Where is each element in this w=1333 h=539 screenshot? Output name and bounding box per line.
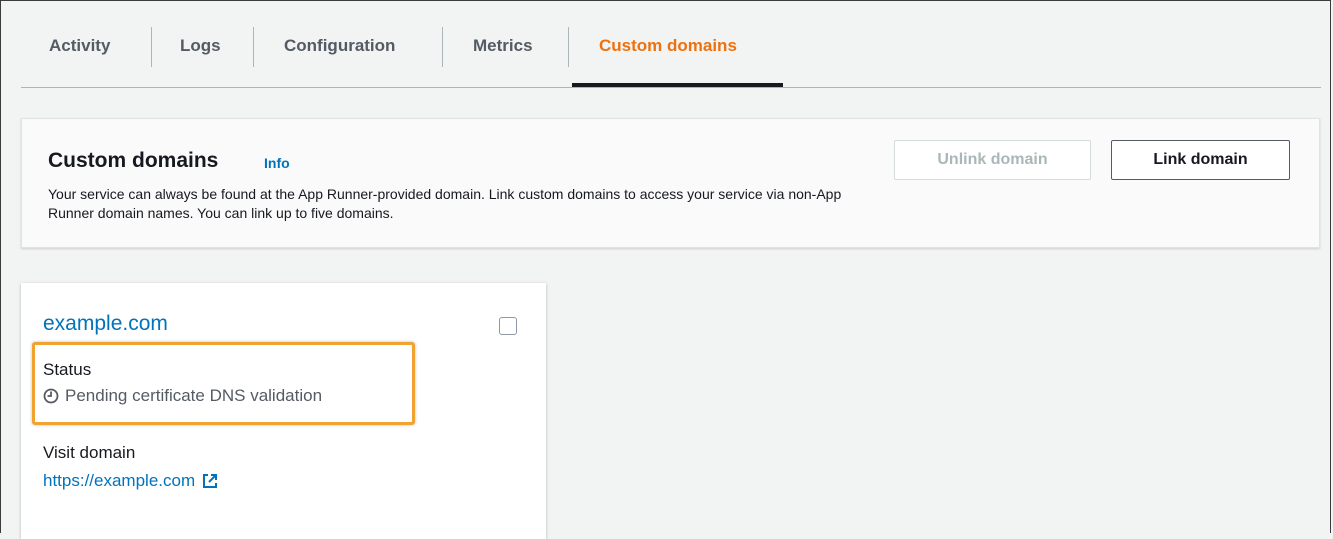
- tab-logs[interactable]: Logs: [180, 1, 221, 87]
- domain-select-checkbox[interactable]: [499, 317, 517, 335]
- tab-divider: [253, 27, 254, 67]
- tab-bar: Activity Logs Configuration Metrics Cust…: [21, 1, 1321, 88]
- tab-custom-domains[interactable]: Custom domains: [599, 1, 737, 87]
- tab-divider: [442, 27, 443, 67]
- tab-configuration[interactable]: Configuration: [284, 1, 395, 87]
- status-highlight-box: [32, 342, 415, 425]
- info-link[interactable]: Info: [264, 155, 290, 171]
- custom-domains-header-panel: Custom domains Info Your service can alw…: [21, 118, 1320, 248]
- panel-title: Custom domains: [48, 149, 219, 172]
- link-domain-button[interactable]: Link domain: [1111, 140, 1290, 180]
- visit-domain-label: Visit domain: [43, 443, 136, 462]
- tab-divider: [151, 27, 152, 67]
- domain-name-link[interactable]: example.com: [43, 312, 168, 336]
- tab-activity[interactable]: Activity: [49, 1, 110, 87]
- panel-description: Your service can always be found at the …: [48, 186, 842, 221]
- visit-url-text[interactable]: https://example.com: [43, 471, 195, 491]
- external-link-icon: [203, 474, 218, 488]
- visit-domain-link[interactable]: https://example.com: [43, 471, 219, 491]
- tab-metrics[interactable]: Metrics: [473, 1, 533, 87]
- tab-divider: [568, 27, 569, 67]
- unlink-domain-button[interactable]: Unlink domain: [894, 140, 1091, 180]
- page-frame: Activity Logs Configuration Metrics Cust…: [0, 0, 1331, 539]
- active-tab-indicator: [572, 83, 783, 87]
